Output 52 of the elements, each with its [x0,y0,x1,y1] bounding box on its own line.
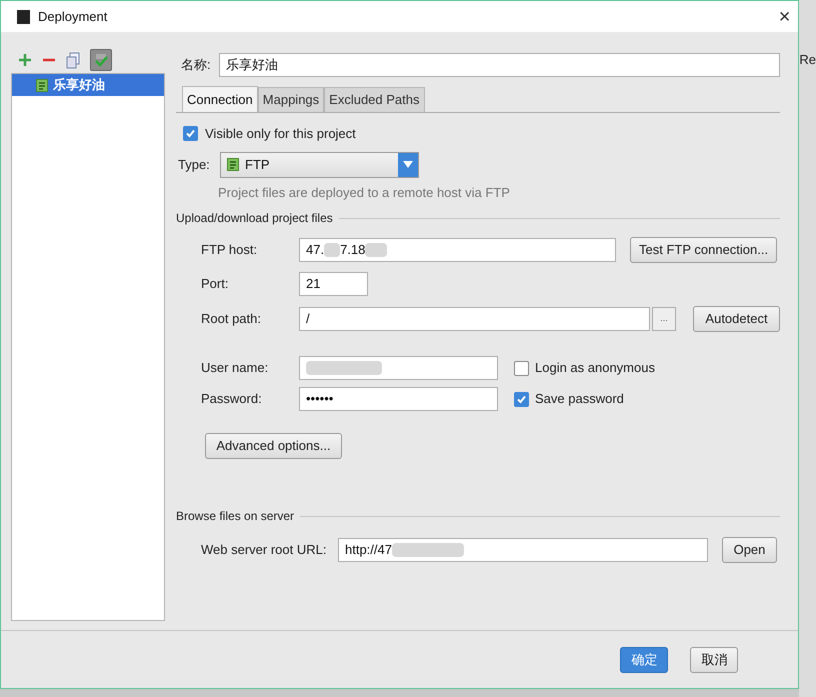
tab[interactable]: Mappings [258,87,324,112]
advanced-options-button[interactable]: Advanced options... [205,433,342,459]
server-item[interactable]: 乐享好油 [12,74,164,96]
ftp-icon [227,158,239,171]
cancel-button[interactable]: 取消 [690,646,738,672]
web-url-field[interactable]: http://47 [338,538,708,562]
open-button[interactable]: Open [722,537,777,563]
field-label: Web server root URL: [201,541,328,560]
remove-icon[interactable] [42,58,56,62]
ftp-icon [36,78,48,92]
checkbox-label: Login as anonymous [535,359,655,378]
test-connection-button[interactable]: Test FTP connection... [630,237,777,263]
section-title: Browse files on server [176,508,294,525]
type-value: FTP [245,156,270,174]
app-logo-icon [17,10,30,24]
blurred-text [365,243,388,257]
field-label: Port: [201,275,230,294]
tab[interactable]: Excluded Paths [324,87,424,112]
checkbox[interactable] [514,392,529,406]
copy-icon[interactable] [66,52,80,68]
password-field[interactable]: •••••• [299,387,498,411]
name-field[interactable]: 乐享好油 [219,53,780,77]
window-title: Deployment [38,8,108,26]
field-label: Root path: [201,310,262,328]
type-hint: Project files are deployed to a remote host via FTP [217,184,511,202]
type-label: Type: [178,156,211,174]
checkbox-label: Save password [535,390,624,408]
close-button[interactable]: × [778,6,790,26]
section-title: Upload/download project files [176,210,333,227]
name-label: 名称: [180,56,212,74]
ok-button[interactable]: 确定 [620,646,668,672]
add-icon[interactable] [18,53,32,67]
browse-button[interactable]: ... [652,307,676,331]
checkbox[interactable] [183,126,198,142]
background-window-text: Re [799,51,816,69]
field-label: Password: [201,390,263,408]
field-label: FTP host: [201,241,258,260]
root-path-field[interactable]: / [299,307,650,331]
blurred-text [324,243,340,257]
checkbox[interactable] [514,360,529,376]
autodetect-button[interactable]: Autodetect [693,306,780,332]
port-field[interactable]: 21 [299,272,368,296]
type-dropdown[interactable]: FTP [220,152,419,178]
tab[interactable]: Connection [182,86,258,112]
field-label: User name: [201,359,270,378]
checkmark-server-icon [94,53,108,67]
ftp-host-field[interactable]: 47. 7.18 [299,238,616,262]
user-name-field[interactable] [299,356,498,380]
check-icon [516,394,527,404]
checkbox-label: Visible only for this project [205,125,356,143]
check-icon [185,128,196,140]
default-server-toggle[interactable] [90,49,112,71]
